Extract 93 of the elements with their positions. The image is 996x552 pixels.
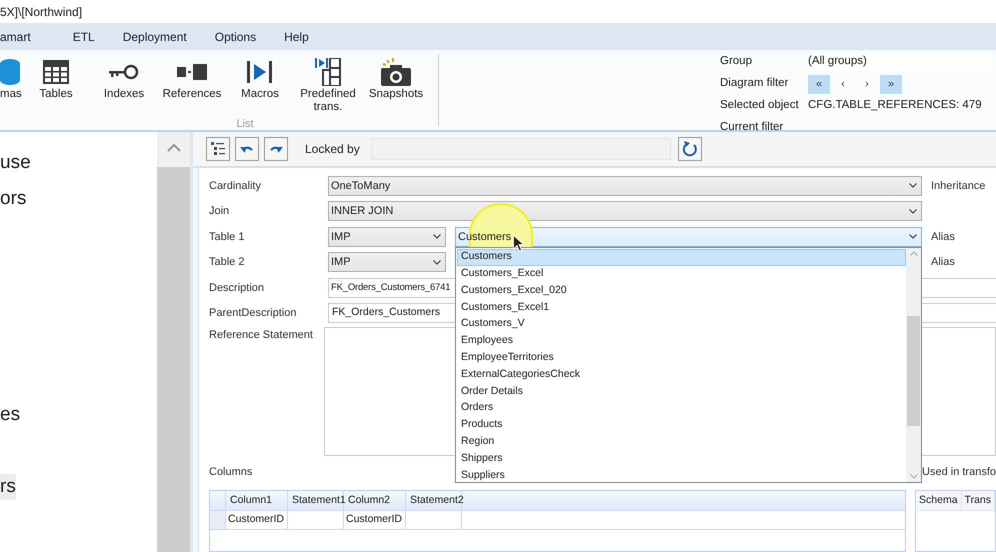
menu-item[interactable]: Options [200, 28, 270, 46]
menu-item[interactable]: amart [0, 28, 59, 46]
ribbon-button[interactable]: Predefined trans. [294, 56, 362, 116]
ribbon-button[interactable]: mas [0, 56, 22, 116]
predefined-transform-icon [315, 58, 341, 86]
sidebar-item[interactable]: es [0, 402, 20, 428]
list-view-button[interactable] [206, 137, 230, 161]
ribbon-group-label: List [236, 117, 254, 130]
list-icon [211, 142, 225, 156]
info-value: (All groups) [808, 53, 992, 71]
info-value: CFG.TABLE_REFERENCES: 479 [808, 98, 983, 114]
dropdown-option[interactable]: Order Details [457, 383, 906, 400]
sidebar-item[interactable]: rs [0, 474, 16, 500]
dropdown-option[interactable]: Customers_Excel_020 [457, 282, 906, 300]
dropdown-option[interactable]: Products [457, 416, 906, 434]
field-label: Alias [931, 255, 956, 270]
chevron-down-icon [909, 183, 917, 188]
chevron-down-icon [433, 260, 441, 265]
database-icon [0, 58, 20, 86]
dropdown-option[interactable]: Region [457, 434, 906, 450]
sidebar-item[interactable]: use [0, 150, 31, 176]
menu-item[interactable]: Deployment [108, 28, 201, 46]
linked-squares-icon [177, 64, 207, 80]
scrollbar[interactable] [906, 248, 921, 482]
chevron-down-icon [910, 474, 918, 479]
ribbon-button[interactable]: Tables [22, 56, 90, 116]
dropdown-option[interactable]: EmployeeTerritories [457, 350, 906, 366]
cardinality-select[interactable]: OneToMany [328, 176, 922, 196]
dropdown-option[interactable]: Shippers [457, 450, 906, 468]
column-header[interactable]: Column1 [226, 491, 288, 510]
ribbon-button[interactable]: References [158, 56, 226, 116]
chevron-down-icon [909, 208, 917, 214]
schema-select[interactable]: IMP [328, 252, 446, 272]
redo-button[interactable] [264, 137, 288, 161]
ribbon-button[interactable]: Snapshots [362, 56, 430, 116]
ribbon-button[interactable]: Macros [226, 56, 294, 116]
column-header[interactable]: Schema [916, 491, 962, 510]
info-label: Diagram filter [720, 76, 790, 92]
schema-select[interactable]: IMP [328, 226, 446, 247]
undo-icon [240, 144, 254, 154]
column-header[interactable]: Trans [962, 491, 995, 510]
dropdown-option[interactable]: Orders [457, 400, 906, 417]
chevron-down-icon [433, 234, 441, 240]
table-cell: CustomerID [344, 511, 406, 529]
column-header[interactable]: Statement1 [288, 491, 344, 510]
field-label: Reference Statement [209, 328, 314, 343]
column-header[interactable]: Statement2 [406, 491, 462, 510]
sidebar-item[interactable]: ors [0, 186, 26, 212]
dropdown-option[interactable]: Suppliers [457, 467, 906, 482]
info-label: Group [720, 54, 753, 70]
info-label: Selected object [720, 98, 800, 114]
scrollbar-thumb[interactable] [907, 316, 920, 426]
column-header[interactable]: Column2 [344, 491, 406, 510]
table-grid-icon [43, 60, 69, 84]
dropdown-option[interactable]: Customers [457, 248, 906, 266]
refresh-icon [682, 141, 698, 157]
info-label: Current filter [720, 120, 784, 136]
chevron-up-icon [166, 144, 180, 152]
field-label: ParentDescription [209, 306, 298, 321]
field-label: Join [209, 204, 230, 219]
window-title: 5X]\[Northwind] [0, 4, 82, 20]
nav-button[interactable]: ‹ [832, 74, 854, 94]
redo-icon [269, 144, 283, 154]
menu-item[interactable]: Help [270, 28, 323, 46]
menu-item[interactable]: ETL [58, 28, 109, 46]
dropdown-option[interactable]: Customers_V [457, 316, 906, 333]
ribbon-button[interactable]: Indexes [90, 56, 158, 116]
play-bars-icon [247, 61, 273, 83]
field-label: Used in transfo [922, 464, 996, 480]
field-label: Description [209, 280, 266, 296]
dropdown-option[interactable]: Customers_Excel [457, 266, 906, 282]
camera-icon [381, 58, 411, 86]
locked-by-label: Locked by [305, 141, 360, 158]
field-label: Table 1 [209, 230, 246, 244]
undo-button[interactable] [235, 137, 259, 161]
table-cell: CustomerID [226, 511, 288, 529]
chevron-up-icon [910, 250, 918, 256]
nav-button[interactable]: › [856, 74, 878, 94]
field-label: Table 2 [209, 255, 246, 270]
nav-button[interactable]: » [880, 74, 902, 94]
dropdown-option[interactable]: Customers_Excel1 [457, 299, 906, 316]
dropdown-option[interactable]: Employees [457, 332, 906, 350]
field-label: Cardinality [209, 178, 262, 194]
chevron-down-icon [909, 234, 917, 240]
nav-button[interactable]: « [808, 74, 830, 94]
refresh-button[interactable] [678, 137, 702, 161]
key-icon [109, 64, 139, 80]
field-label: Inheritance [931, 178, 986, 194]
dropdown-option[interactable]: ExternalCategoriesCheck [457, 366, 906, 384]
join-select[interactable]: INNER JOIN [328, 201, 922, 222]
field-label: Alias [931, 230, 956, 244]
field-label: Columns [209, 464, 252, 480]
scroll-up-button[interactable] [157, 132, 190, 167]
